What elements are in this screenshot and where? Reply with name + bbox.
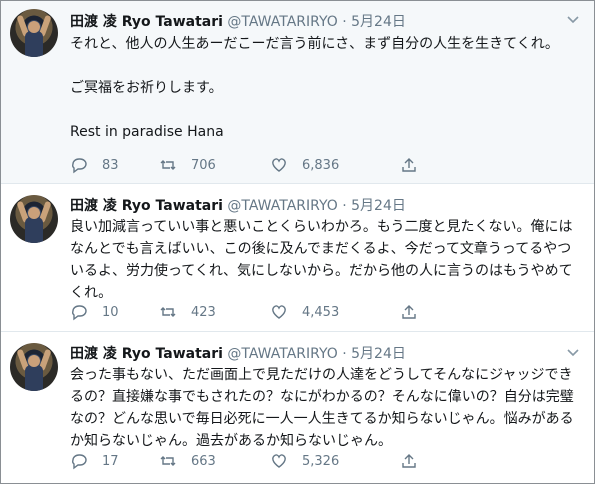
share-icon	[402, 305, 416, 319]
share-icon	[402, 454, 416, 468]
share-button[interactable]	[400, 155, 432, 175]
reply-icon	[72, 305, 87, 321]
retweet-icon	[160, 456, 176, 466]
reply-count: 17	[102, 453, 119, 469]
retweet-count: 663	[191, 453, 216, 469]
reply-button[interactable]: 10	[70, 302, 119, 322]
separator: ·	[342, 14, 347, 30]
separator: ·	[342, 198, 347, 214]
retweet-button[interactable]: 706	[159, 155, 216, 175]
retweet-icon	[160, 307, 176, 317]
retweet-count: 706	[191, 157, 216, 173]
tweet[interactable]: 田渡 凌 Ryo Tawatari @TAWATARIRYO · 5月24日 会…	[1, 332, 594, 483]
tweet-text: それと、他人の人生あーだこーだ言う前にさ、まず自分の人生を生きてくれ。 ご冥福を…	[70, 36, 559, 140]
share-icon	[402, 158, 416, 172]
tweet-date[interactable]: 5月24日	[351, 198, 406, 214]
heart-icon	[272, 158, 286, 172]
reply-button[interactable]: 17	[70, 451, 119, 471]
user-handle[interactable]: @TAWATARIRYO	[227, 346, 337, 362]
tweet-header: 田渡 凌 Ryo Tawatari @TAWATARIRYO · 5月24日	[70, 195, 406, 215]
like-count: 5,326	[302, 453, 340, 469]
avatar[interactable]	[10, 343, 58, 391]
display-name[interactable]: 田渡 凌 Ryo Tawatari	[70, 198, 223, 214]
share-button[interactable]	[400, 451, 432, 471]
retweet-button[interactable]: 423	[159, 302, 216, 322]
tweet[interactable]: 田渡 凌 Ryo Tawatari @TAWATARIRYO · 5月24日 そ…	[1, 1, 594, 184]
tweet-text: 良い加減言っていい事と悪いことくらいわかろ。もう二度と見たくない。俺にはなんとで…	[70, 219, 573, 301]
tweet[interactable]: 田渡 凌 Ryo Tawatari @TAWATARIRYO · 5月24日 良…	[1, 184, 594, 332]
tweet-date[interactable]: 5月24日	[351, 14, 406, 30]
tweet-header: 田渡 凌 Ryo Tawatari @TAWATARIRYO · 5月24日	[70, 343, 406, 363]
reply-count: 10	[102, 304, 119, 320]
display-name[interactable]: 田渡 凌 Ryo Tawatari	[70, 346, 223, 362]
chevron-down-icon[interactable]	[566, 346, 580, 360]
tweet-text: 会った事もない、ただ画面上で見ただけの人達をどうしてそんなにジャッジできるの？直…	[70, 367, 574, 449]
tweet-header: 田渡 凌 Ryo Tawatari @TAWATARIRYO · 5月24日	[70, 11, 406, 31]
user-handle[interactable]: @TAWATARIRYO	[227, 14, 337, 30]
reply-icon	[72, 158, 87, 174]
tweet-date[interactable]: 5月24日	[351, 346, 406, 362]
avatar[interactable]	[10, 9, 58, 57]
tweet-actions: 10 423 4,453	[70, 302, 530, 322]
display-name[interactable]: 田渡 凌 Ryo Tawatari	[70, 14, 223, 30]
retweet-count: 423	[191, 304, 216, 320]
heart-icon	[272, 454, 286, 468]
like-button[interactable]: 4,453	[270, 302, 339, 322]
retweet-button[interactable]: 663	[159, 451, 216, 471]
like-count: 4,453	[302, 304, 340, 320]
reply-count: 83	[102, 157, 119, 173]
share-button[interactable]	[400, 302, 432, 322]
avatar[interactable]	[10, 195, 58, 243]
heart-icon	[272, 305, 286, 319]
reply-button[interactable]: 83	[70, 155, 119, 175]
tweet-actions: 83 706 6,836	[70, 155, 530, 175]
user-handle[interactable]: @TAWATARIRYO	[227, 198, 337, 214]
retweet-icon	[160, 160, 176, 170]
separator: ·	[342, 346, 347, 362]
reply-icon	[72, 454, 87, 470]
like-button[interactable]: 5,326	[270, 451, 339, 471]
like-count: 6,836	[302, 157, 340, 173]
tweet-actions: 17 663 5,326	[70, 451, 530, 471]
chevron-down-icon[interactable]	[566, 13, 580, 27]
like-button[interactable]: 6,836	[270, 155, 339, 175]
